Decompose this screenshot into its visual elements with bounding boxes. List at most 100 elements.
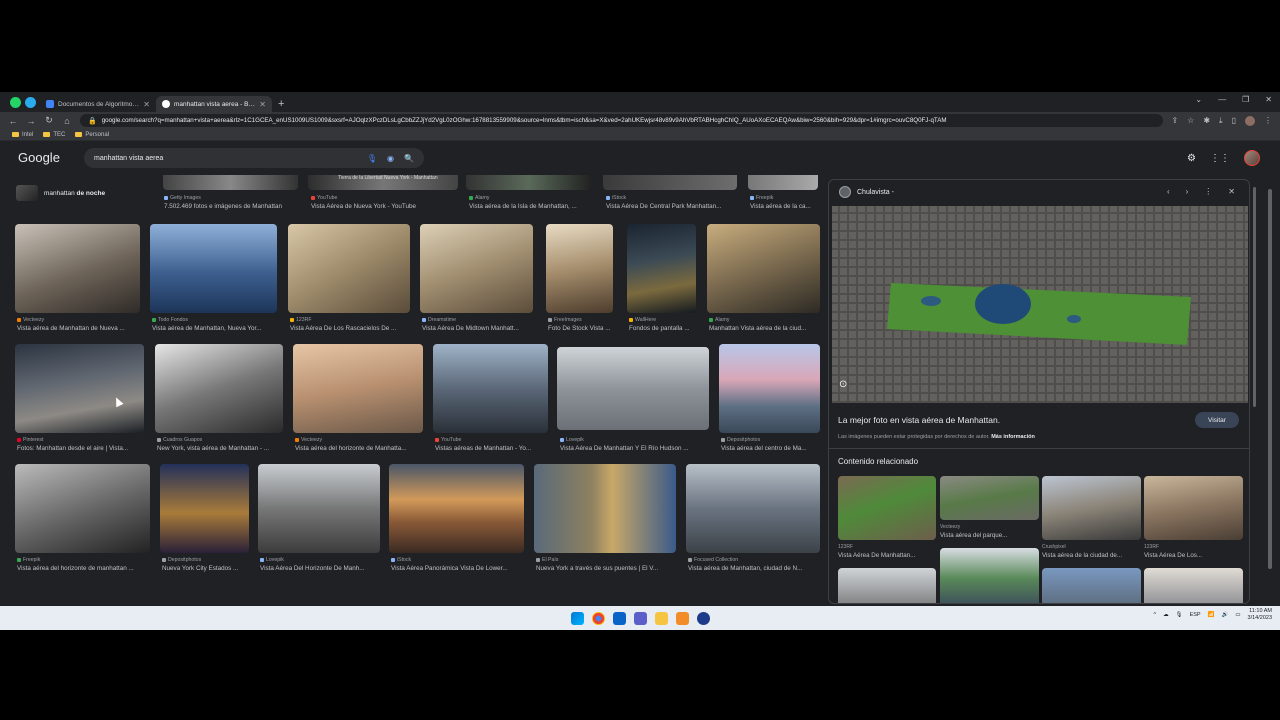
result-image[interactable] (293, 344, 423, 433)
result-image[interactable] (15, 224, 140, 313)
related-image[interactable] (838, 568, 936, 603)
tab-documentos[interactable]: Documentos de Algoritmos Y Es ✕ (40, 96, 156, 112)
image-title[interactable]: Fotos: Manhattan desde el aire | Vista..… (17, 445, 145, 452)
image-title[interactable]: Vista Aérea De Midtown Manhatt... (422, 325, 534, 332)
image-title[interactable]: New York, vista aérea de Manhattan - ... (157, 445, 285, 452)
outlook-icon[interactable] (612, 611, 626, 625)
close-icon[interactable]: ✕ (1228, 187, 1235, 196)
chevron-down-icon[interactable]: ⌄ (1195, 95, 1202, 104)
result-image[interactable] (557, 347, 709, 430)
result-image[interactable] (160, 464, 249, 553)
bookmark-intel[interactable]: Intel (12, 132, 33, 138)
profile-avatar[interactable] (1245, 115, 1255, 126)
result-image[interactable] (15, 344, 144, 433)
related-title[interactable]: Vista Aérea De Los... (1144, 552, 1242, 559)
close-icon[interactable]: ✕ (259, 100, 266, 109)
result-image[interactable] (466, 175, 591, 190)
teams-icon[interactable] (633, 611, 647, 625)
related-image[interactable] (940, 548, 1039, 603)
search-icon[interactable]: 🔍 (404, 154, 414, 163)
image-title[interactable]: Vistas aéreas de Manhattan - Yo... (435, 445, 549, 452)
bookmark-tec[interactable]: TEC (43, 132, 65, 138)
result-image[interactable] (627, 224, 696, 313)
app-icon[interactable] (675, 611, 689, 625)
image-title[interactable]: 7.502.469 fotos e imágenes de Manhattan (164, 203, 300, 210)
result-image[interactable] (258, 464, 380, 553)
extensions-icon[interactable]: ✱ (1203, 116, 1210, 125)
result-image[interactable] (748, 175, 818, 190)
result-image[interactable] (719, 344, 820, 433)
image-title[interactable]: Vista Aérea Panorámica Vista De Lower... (391, 565, 526, 572)
page-scrollbar[interactable] (1266, 175, 1274, 612)
result-image[interactable] (163, 175, 298, 190)
result-image[interactable] (155, 344, 283, 433)
battery-icon[interactable]: ▭ (1235, 612, 1240, 618)
image-title[interactable]: Vista aérea del horizonte de manhattan .… (17, 565, 152, 572)
search-box[interactable]: manhattan vista aerea 🎙 ◉ 🔍 (84, 148, 424, 168)
image-title[interactable]: Vista aérea del centro de Ma... (721, 445, 821, 452)
mic-icon[interactable]: 🎙 (1176, 612, 1183, 618)
result-image[interactable]: Tierra de la Libertad Nueva York - Manha… (308, 175, 458, 190)
result-image[interactable] (534, 464, 676, 553)
result-image[interactable] (420, 224, 533, 313)
result-image[interactable] (686, 464, 820, 553)
result-image[interactable] (433, 344, 548, 433)
result-image[interactable] (603, 175, 737, 190)
result-image[interactable] (389, 464, 524, 553)
image-title[interactable]: Nueva York City Estados ... (162, 565, 254, 572)
clock[interactable]: 11:10 AM 3/14/2023 (1248, 608, 1272, 622)
more-icon[interactable]: ⋮ (1204, 187, 1212, 196)
image-title[interactable]: Vista aérea de la Isla de Manhattan, ... (469, 203, 595, 210)
bookmark-personal[interactable]: Personal (75, 132, 109, 138)
minimize-button[interactable]: — (1218, 95, 1226, 104)
more-info-link[interactable]: Más información (991, 434, 1035, 440)
lens-icon[interactable]: ◉ (387, 154, 394, 163)
share-icon[interactable]: ⇪ (1171, 116, 1178, 125)
image-title[interactable]: Nueva York a través de sus puentes | El … (536, 565, 678, 572)
related-image[interactable] (1042, 476, 1141, 540)
scrollbar-thumb[interactable] (1268, 189, 1272, 569)
panel-scrollbar[interactable] (1252, 187, 1257, 597)
related-image[interactable] (1042, 568, 1141, 603)
chrome-icon[interactable] (591, 611, 605, 625)
file-explorer-icon[interactable] (654, 611, 668, 625)
address-bar[interactable]: 🔒 google.com/search?q=manhattan+vista+ae… (80, 114, 1164, 127)
image-title[interactable]: Foto De Stock Vista ... (548, 325, 620, 332)
cloud-icon[interactable]: ☁ (1163, 612, 1169, 618)
home-button[interactable]: ⌂ (62, 116, 72, 126)
download-icon[interactable]: ⤓ (1219, 116, 1223, 126)
windows-start-icon[interactable] (570, 611, 584, 625)
settings-gear-icon[interactable]: ⚙ (1187, 153, 1196, 164)
image-title[interactable]: Vista Aérea De Manhattan Y El Río Hudson… (560, 445, 710, 452)
preview-title[interactable]: La mejor foto en vista aérea de Manhatta… (838, 415, 1000, 425)
image-title[interactable]: Vista aérea de Manhattan, Nueva Yor... (152, 325, 278, 332)
image-title[interactable]: Vista Aérea Del Horizonte De Manh... (260, 565, 382, 572)
related-title[interactable]: Vista aérea de la ciudad de... (1042, 552, 1140, 559)
wifi-icon[interactable]: 📶 (1208, 612, 1215, 618)
result-image[interactable] (15, 464, 150, 553)
result-image[interactable] (288, 224, 410, 313)
sidepanel-icon[interactable]: ▯ (1232, 116, 1236, 125)
scrollbar-thumb[interactable] (1253, 187, 1256, 407)
whatsapp-icon[interactable] (10, 97, 21, 108)
related-image[interactable] (1144, 476, 1243, 540)
lock-icon[interactable]: 🔒 (88, 117, 97, 125)
related-image[interactable] (838, 476, 936, 540)
result-image[interactable] (707, 224, 820, 313)
search-input[interactable]: manhattan vista aerea (94, 155, 367, 162)
site-name[interactable]: Chulavista - (857, 189, 894, 196)
menu-icon[interactable]: ⋮ (1264, 116, 1272, 125)
tab-google-search[interactable]: manhattan vista aerea - Búsqu ✕ (156, 96, 272, 112)
apps-grid-icon[interactable]: ⋮⋮ (1210, 153, 1230, 164)
image-title[interactable]: Manhattan Vista aérea de la ciud... (709, 325, 821, 332)
app-icon[interactable] (696, 611, 710, 625)
image-title[interactable]: Vista Aérea De Central Park Manhattan... (606, 203, 740, 210)
close-icon[interactable]: ✕ (143, 100, 150, 109)
related-image[interactable] (940, 476, 1039, 520)
google-logo[interactable]: Google (18, 150, 60, 165)
related-title[interactable]: Vista aérea del parque... (940, 532, 1038, 539)
telegram-icon[interactable] (25, 97, 36, 108)
related-image[interactable] (1144, 568, 1243, 603)
image-title[interactable]: Fondos de pantalla ... (629, 325, 701, 332)
visit-button[interactable]: Visitar (1195, 412, 1239, 428)
